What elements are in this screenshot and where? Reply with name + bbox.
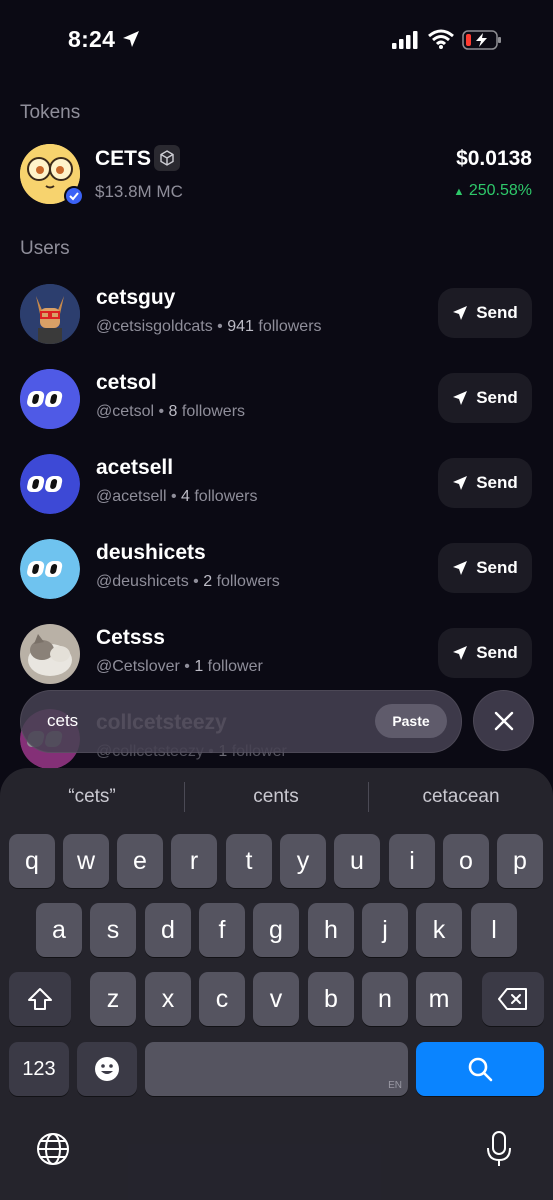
key-s[interactable]: s: [90, 903, 136, 957]
send-button[interactable]: Send: [438, 628, 532, 678]
shift-key[interactable]: [9, 972, 71, 1026]
chain-cube-icon: [154, 145, 180, 171]
user-row[interactable]: cetsguy @cetsisgoldcats • 941 followers …: [0, 284, 553, 369]
avatar: [20, 454, 80, 514]
battery-icon: [462, 30, 501, 50]
key-g[interactable]: g: [253, 903, 299, 957]
backspace-key[interactable]: [482, 972, 544, 1026]
users-heading: Users: [20, 238, 70, 259]
user-name: Cetsss: [96, 626, 165, 649]
language-label: EN: [388, 1080, 402, 1091]
close-icon: [494, 711, 513, 730]
key-x[interactable]: x: [145, 972, 191, 1026]
search-value: cets: [47, 711, 79, 730]
key-z[interactable]: z: [90, 972, 136, 1026]
backspace-icon: [498, 988, 527, 1010]
user-name: deushicets: [96, 541, 206, 564]
key-m[interactable]: m: [416, 972, 462, 1026]
token-change: ▲ 250.58%: [453, 182, 532, 200]
user-name: cetsol: [96, 371, 157, 394]
search-key[interactable]: [416, 1042, 544, 1096]
user-meta: @cetsol • 8 followers: [96, 403, 246, 420]
send-button[interactable]: Send: [438, 458, 532, 508]
token-name: CETS: [95, 147, 152, 170]
user-meta: @deushicets • 2 followers: [96, 573, 280, 590]
key-k[interactable]: k: [416, 903, 462, 957]
key-q[interactable]: q: [9, 834, 55, 888]
key-l[interactable]: l: [471, 903, 517, 957]
token-avatar: [20, 144, 84, 206]
key-d[interactable]: d: [145, 903, 191, 957]
user-name: cetsguy: [96, 286, 176, 309]
globe-icon[interactable]: [36, 1132, 70, 1166]
user-meta: @cetsisgoldcats • 941 followers: [96, 318, 322, 335]
suggestion-divider: [368, 782, 369, 812]
key-p[interactable]: p: [497, 834, 543, 888]
key-b[interactable]: b: [308, 972, 354, 1026]
emoji-key[interactable]: [77, 1042, 137, 1096]
user-name: acetsell: [96, 456, 174, 479]
token-market-cap: $13.8M MC: [95, 182, 183, 201]
status-bar: 8:24: [0, 0, 553, 84]
suggestion-3[interactable]: cetacean: [392, 786, 530, 808]
user-meta: @Cetslover • 1 follower: [96, 658, 263, 675]
cellular-signal-icon: [392, 31, 418, 49]
key-h[interactable]: h: [308, 903, 354, 957]
send-plane-icon: [453, 476, 468, 490]
token-change-value: 250.58%: [468, 182, 532, 199]
user-row[interactable]: cetsol @cetsol • 8 followers Send: [0, 369, 553, 454]
send-button[interactable]: Send: [438, 288, 532, 338]
user-row[interactable]: deushicets @deushicets • 2 followers Sen…: [0, 539, 553, 624]
avatar: [20, 284, 80, 344]
microphone-icon[interactable]: [486, 1130, 512, 1168]
shift-icon: [28, 988, 52, 1010]
suggestion-divider: [184, 782, 185, 812]
key-i[interactable]: i: [389, 834, 435, 888]
send-plane-icon: [453, 306, 468, 320]
user-meta: @acetsell • 4 followers: [96, 488, 258, 505]
user-row[interactable]: acetsell @acetsell • 4 followers Send: [0, 454, 553, 539]
numbers-key[interactable]: 123: [9, 1042, 69, 1096]
key-e[interactable]: e: [117, 834, 163, 888]
key-y[interactable]: y: [280, 834, 326, 888]
send-button[interactable]: Send: [438, 373, 532, 423]
key-u[interactable]: u: [334, 834, 380, 888]
suggestion-2[interactable]: cents: [220, 786, 332, 808]
verified-badge-icon: [64, 186, 84, 206]
close-search-button[interactable]: [473, 690, 534, 751]
key-c[interactable]: c: [199, 972, 245, 1026]
avatar: [20, 539, 80, 599]
wifi-icon: [428, 29, 454, 49]
key-n[interactable]: n: [362, 972, 408, 1026]
avatar: [20, 624, 80, 684]
key-t[interactable]: t: [226, 834, 272, 888]
paste-button[interactable]: Paste: [375, 704, 447, 738]
up-arrow-icon: ▲: [453, 186, 465, 198]
key-f[interactable]: f: [199, 903, 245, 957]
key-v[interactable]: v: [253, 972, 299, 1026]
status-time: 8:24: [68, 26, 116, 52]
key-a[interactable]: a: [36, 903, 82, 957]
key-o[interactable]: o: [443, 834, 489, 888]
avatar: [20, 369, 80, 429]
token-price: $0.0138: [456, 147, 532, 170]
keyboard: “cets” cents cetacean q w e r t y u i o …: [0, 768, 553, 1200]
suggestion-1[interactable]: “cets”: [40, 786, 144, 808]
key-w[interactable]: w: [63, 834, 109, 888]
key-j[interactable]: j: [362, 903, 408, 957]
space-key[interactable]: EN: [145, 1042, 408, 1096]
key-r[interactable]: r: [171, 834, 217, 888]
send-plane-icon: [453, 646, 468, 660]
send-plane-icon: [453, 561, 468, 575]
send-plane-icon: [453, 391, 468, 405]
search-input[interactable]: cets Paste: [20, 690, 462, 753]
emoji-icon: [95, 1057, 119, 1081]
tokens-heading: Tokens: [20, 102, 81, 123]
search-icon: [468, 1057, 493, 1082]
location-arrow-icon: [123, 31, 139, 47]
send-button[interactable]: Send: [438, 543, 532, 593]
